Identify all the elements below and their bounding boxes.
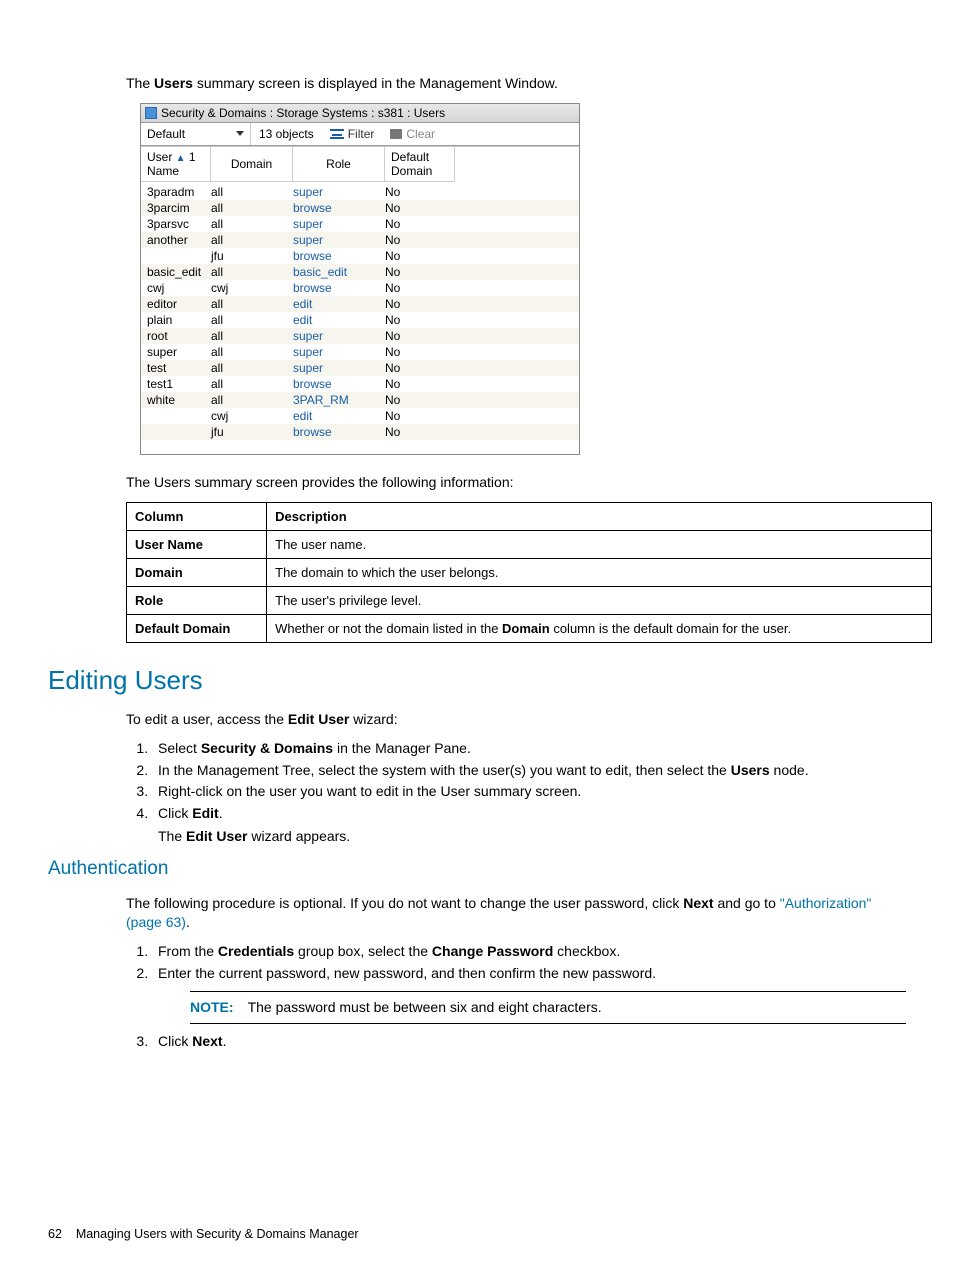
table-row: Default DomainWhether or not the domain … bbox=[127, 614, 932, 642]
table-row[interactable]: whiteall3PAR_RMNo bbox=[141, 392, 579, 408]
table-body: 3paradmallsuperNo3parcimallbrowseNo3pars… bbox=[141, 182, 579, 454]
domain-combo[interactable]: Default bbox=[141, 123, 251, 145]
window-title: Security & Domains : Storage Systems : s… bbox=[161, 106, 445, 120]
th-column: Column bbox=[127, 502, 267, 530]
col-domain[interactable]: Domain bbox=[211, 147, 293, 182]
toolbar: Default 13 objects Filter Clear bbox=[141, 123, 579, 146]
auth-steps: From the Credentials group box, select t… bbox=[152, 942, 906, 1051]
intro-paragraph: The Users The Users summary screen is di… bbox=[126, 74, 906, 93]
table-row: DomainThe domain to which the user belon… bbox=[127, 558, 932, 586]
filter-icon bbox=[330, 129, 344, 139]
list-item: Right-click on the user you want to edit… bbox=[152, 782, 906, 801]
window-title-bar: Security & Domains : Storage Systems : s… bbox=[141, 104, 579, 123]
users-window: Security & Domains : Storage Systems : s… bbox=[140, 103, 580, 455]
th-desc: Description bbox=[267, 502, 932, 530]
table-row[interactable]: cwjeditNo bbox=[141, 408, 579, 424]
note-block: NOTE:The password must be between six an… bbox=[190, 991, 906, 1024]
table-row[interactable]: 3parsvcallsuperNo bbox=[141, 216, 579, 232]
list-item: Click Edit. The Edit User wizard appears… bbox=[152, 804, 906, 846]
column-description-table: ColumnDescription User NameThe user name… bbox=[126, 502, 932, 643]
note-text: The password must be between six and eig… bbox=[248, 999, 602, 1015]
combo-value: Default bbox=[147, 127, 185, 141]
col-user[interactable]: User ▲ 1Name bbox=[141, 147, 211, 182]
heading-authentication: Authentication bbox=[48, 858, 906, 880]
table-row[interactable]: superallsuperNo bbox=[141, 344, 579, 360]
table-row[interactable]: rootallsuperNo bbox=[141, 328, 579, 344]
table-row[interactable]: cwjcwjbrowseNo bbox=[141, 280, 579, 296]
list-item: Select Security & Domains in the Manager… bbox=[152, 739, 906, 758]
table-row: User NameThe user name. bbox=[127, 530, 932, 558]
note-label: NOTE: bbox=[190, 999, 248, 1015]
table-header-row: User ▲ 1Name Domain Role DefaultDomain bbox=[141, 146, 579, 182]
table-row[interactable]: test1allbrowseNo bbox=[141, 376, 579, 392]
eraser-icon bbox=[390, 129, 402, 139]
summary-paragraph: The Users summary screen provides the fo… bbox=[126, 473, 906, 492]
app-icon bbox=[145, 107, 157, 119]
edit-intro: To edit a user, access the Edit User wiz… bbox=[126, 710, 906, 729]
table-row[interactable]: editoralleditNo bbox=[141, 296, 579, 312]
table-row[interactable]: jfubrowseNo bbox=[141, 424, 579, 440]
table-row[interactable]: anotherallsuperNo bbox=[141, 232, 579, 248]
auth-intro: The following procedure is optional. If … bbox=[126, 894, 906, 932]
table-row[interactable]: testallsuperNo bbox=[141, 360, 579, 376]
table-row[interactable]: 3paradmallsuperNo bbox=[141, 184, 579, 200]
col-default[interactable]: DefaultDomain bbox=[385, 147, 455, 182]
table-row: RoleThe user's privilege level. bbox=[127, 586, 932, 614]
filter-button[interactable]: Filter bbox=[322, 127, 383, 141]
list-item: Click Next. bbox=[152, 1032, 906, 1051]
heading-editing-users: Editing Users bbox=[48, 665, 906, 696]
table-row[interactable]: 3parcimallbrowseNo bbox=[141, 200, 579, 216]
list-item: In the Management Tree, select the syste… bbox=[152, 761, 906, 780]
col-role[interactable]: Role bbox=[293, 147, 385, 182]
list-item: From the Credentials group box, select t… bbox=[152, 942, 906, 961]
object-count: 13 objects bbox=[251, 127, 322, 141]
clear-button[interactable]: Clear bbox=[382, 127, 443, 141]
page-footer: 62 Managing Users with Security & Domain… bbox=[48, 1227, 359, 1241]
edit-steps: Select Security & Domains in the Manager… bbox=[152, 739, 906, 846]
chevron-down-icon bbox=[236, 131, 244, 136]
table-row[interactable]: plainalleditNo bbox=[141, 312, 579, 328]
table-row[interactable]: basic_editallbasic_editNo bbox=[141, 264, 579, 280]
list-item: Enter the current password, new password… bbox=[152, 964, 906, 1024]
table-row[interactable]: jfubrowseNo bbox=[141, 248, 579, 264]
